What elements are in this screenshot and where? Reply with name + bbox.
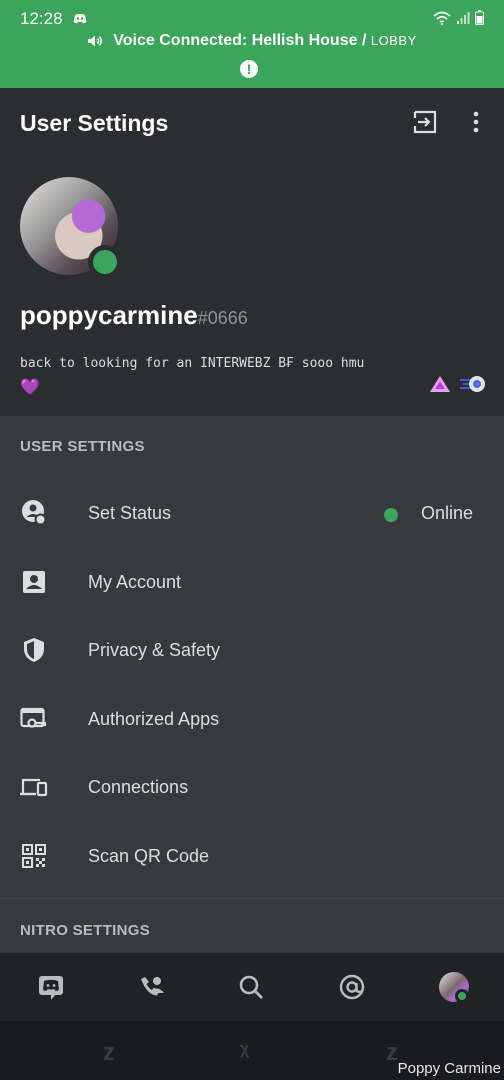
settings-item-connections[interactable]: Connections — [0, 753, 504, 821]
devices-icon — [20, 778, 48, 797]
settings-item-label: My Account — [88, 572, 182, 592]
username-text: poppycarmine — [20, 300, 198, 330]
settings-item-set-status[interactable]: Set Status Online — [0, 479, 504, 547]
voice-connected-text: Voice Connected: Hellish House / — [113, 32, 367, 49]
user-settings-header: USER SETTINGS — [20, 438, 145, 455]
voice-status[interactable]: Voice Connected: Hellish House / LOBBY — [0, 32, 504, 50]
settings-list: USER SETTINGS Set Status Online My Accou… — [0, 416, 504, 953]
watermark-text: Poppy Carmine — [397, 1060, 501, 1077]
online-status-indicator — [455, 989, 469, 1003]
bottom-nav — [0, 953, 504, 1021]
online-status-indicator — [88, 245, 122, 279]
bio-text: back to looking for an INTERWEBZ B₣ sooo… — [20, 356, 365, 371]
voice-banner[interactable]: 12:28 Voice Connected: Hellish House / L… — [0, 0, 504, 88]
shield-icon — [24, 638, 44, 662]
search-icon[interactable] — [237, 973, 265, 1001]
alert-icon[interactable]: ! — [240, 60, 258, 78]
divider — [0, 898, 504, 899]
battery-icon — [475, 10, 484, 25]
discord-home-icon[interactable] — [37, 973, 65, 1001]
settings-item-authorized-apps[interactable]: Authorized Apps — [0, 685, 504, 753]
more-icon[interactable] — [468, 110, 484, 134]
settings-item-label: Privacy & Safety — [88, 640, 221, 660]
nitro-badge-icon[interactable] — [429, 375, 451, 393]
username: poppycarmine#0666 — [20, 300, 248, 331]
settings-item-label: Set Status — [88, 503, 172, 523]
mentions-icon[interactable] — [338, 973, 366, 1001]
online-dot — [384, 508, 398, 522]
boost-badge-icon[interactable] — [459, 375, 487, 393]
purple-heart-emoji: 💜 — [20, 379, 40, 396]
status-time: 12:28 — [20, 9, 63, 28]
settings-item-label: Scan QR Code — [88, 846, 210, 866]
wifi-icon — [433, 11, 451, 25]
settings-item-scan-qr[interactable]: Scan QR Code — [0, 822, 504, 890]
settings-item-label: Authorized Apps — [88, 709, 220, 729]
page-title: User Settings — [20, 110, 169, 136]
speaker-icon — [88, 35, 103, 47]
voice-channel-name: LOBBY — [370, 33, 417, 48]
discriminator: #0666 — [197, 308, 248, 328]
apps-key-icon — [20, 707, 47, 728]
nitro-settings-header: NITRO SETTINGS — [20, 922, 151, 939]
settings-item-label: Connections — [88, 777, 189, 797]
profile-section: User Settings poppycarmine#0666 back to … — [0, 88, 504, 416]
nav-gesture-icon[interactable]: ᵡ — [240, 1039, 249, 1067]
logout-icon[interactable] — [412, 109, 438, 135]
friends-icon[interactable] — [138, 973, 166, 1001]
qr-code-icon — [22, 844, 46, 868]
account-icon — [23, 571, 45, 593]
status-value: Online — [421, 503, 474, 523]
system-nav-bar: ᴢ ᵡ ᴢ Poppy Carmine — [0, 1021, 504, 1080]
discord-icon — [73, 13, 87, 24]
nav-gesture-icon[interactable]: ᴢ — [386, 1039, 398, 1067]
status-icon — [22, 500, 47, 526]
nav-gesture-icon[interactable]: ᴢ — [103, 1039, 115, 1067]
signal-icon — [457, 11, 470, 24]
settings-item-privacy-safety[interactable]: Privacy & Safety — [0, 616, 504, 684]
settings-item-my-account[interactable]: My Account — [0, 548, 504, 616]
